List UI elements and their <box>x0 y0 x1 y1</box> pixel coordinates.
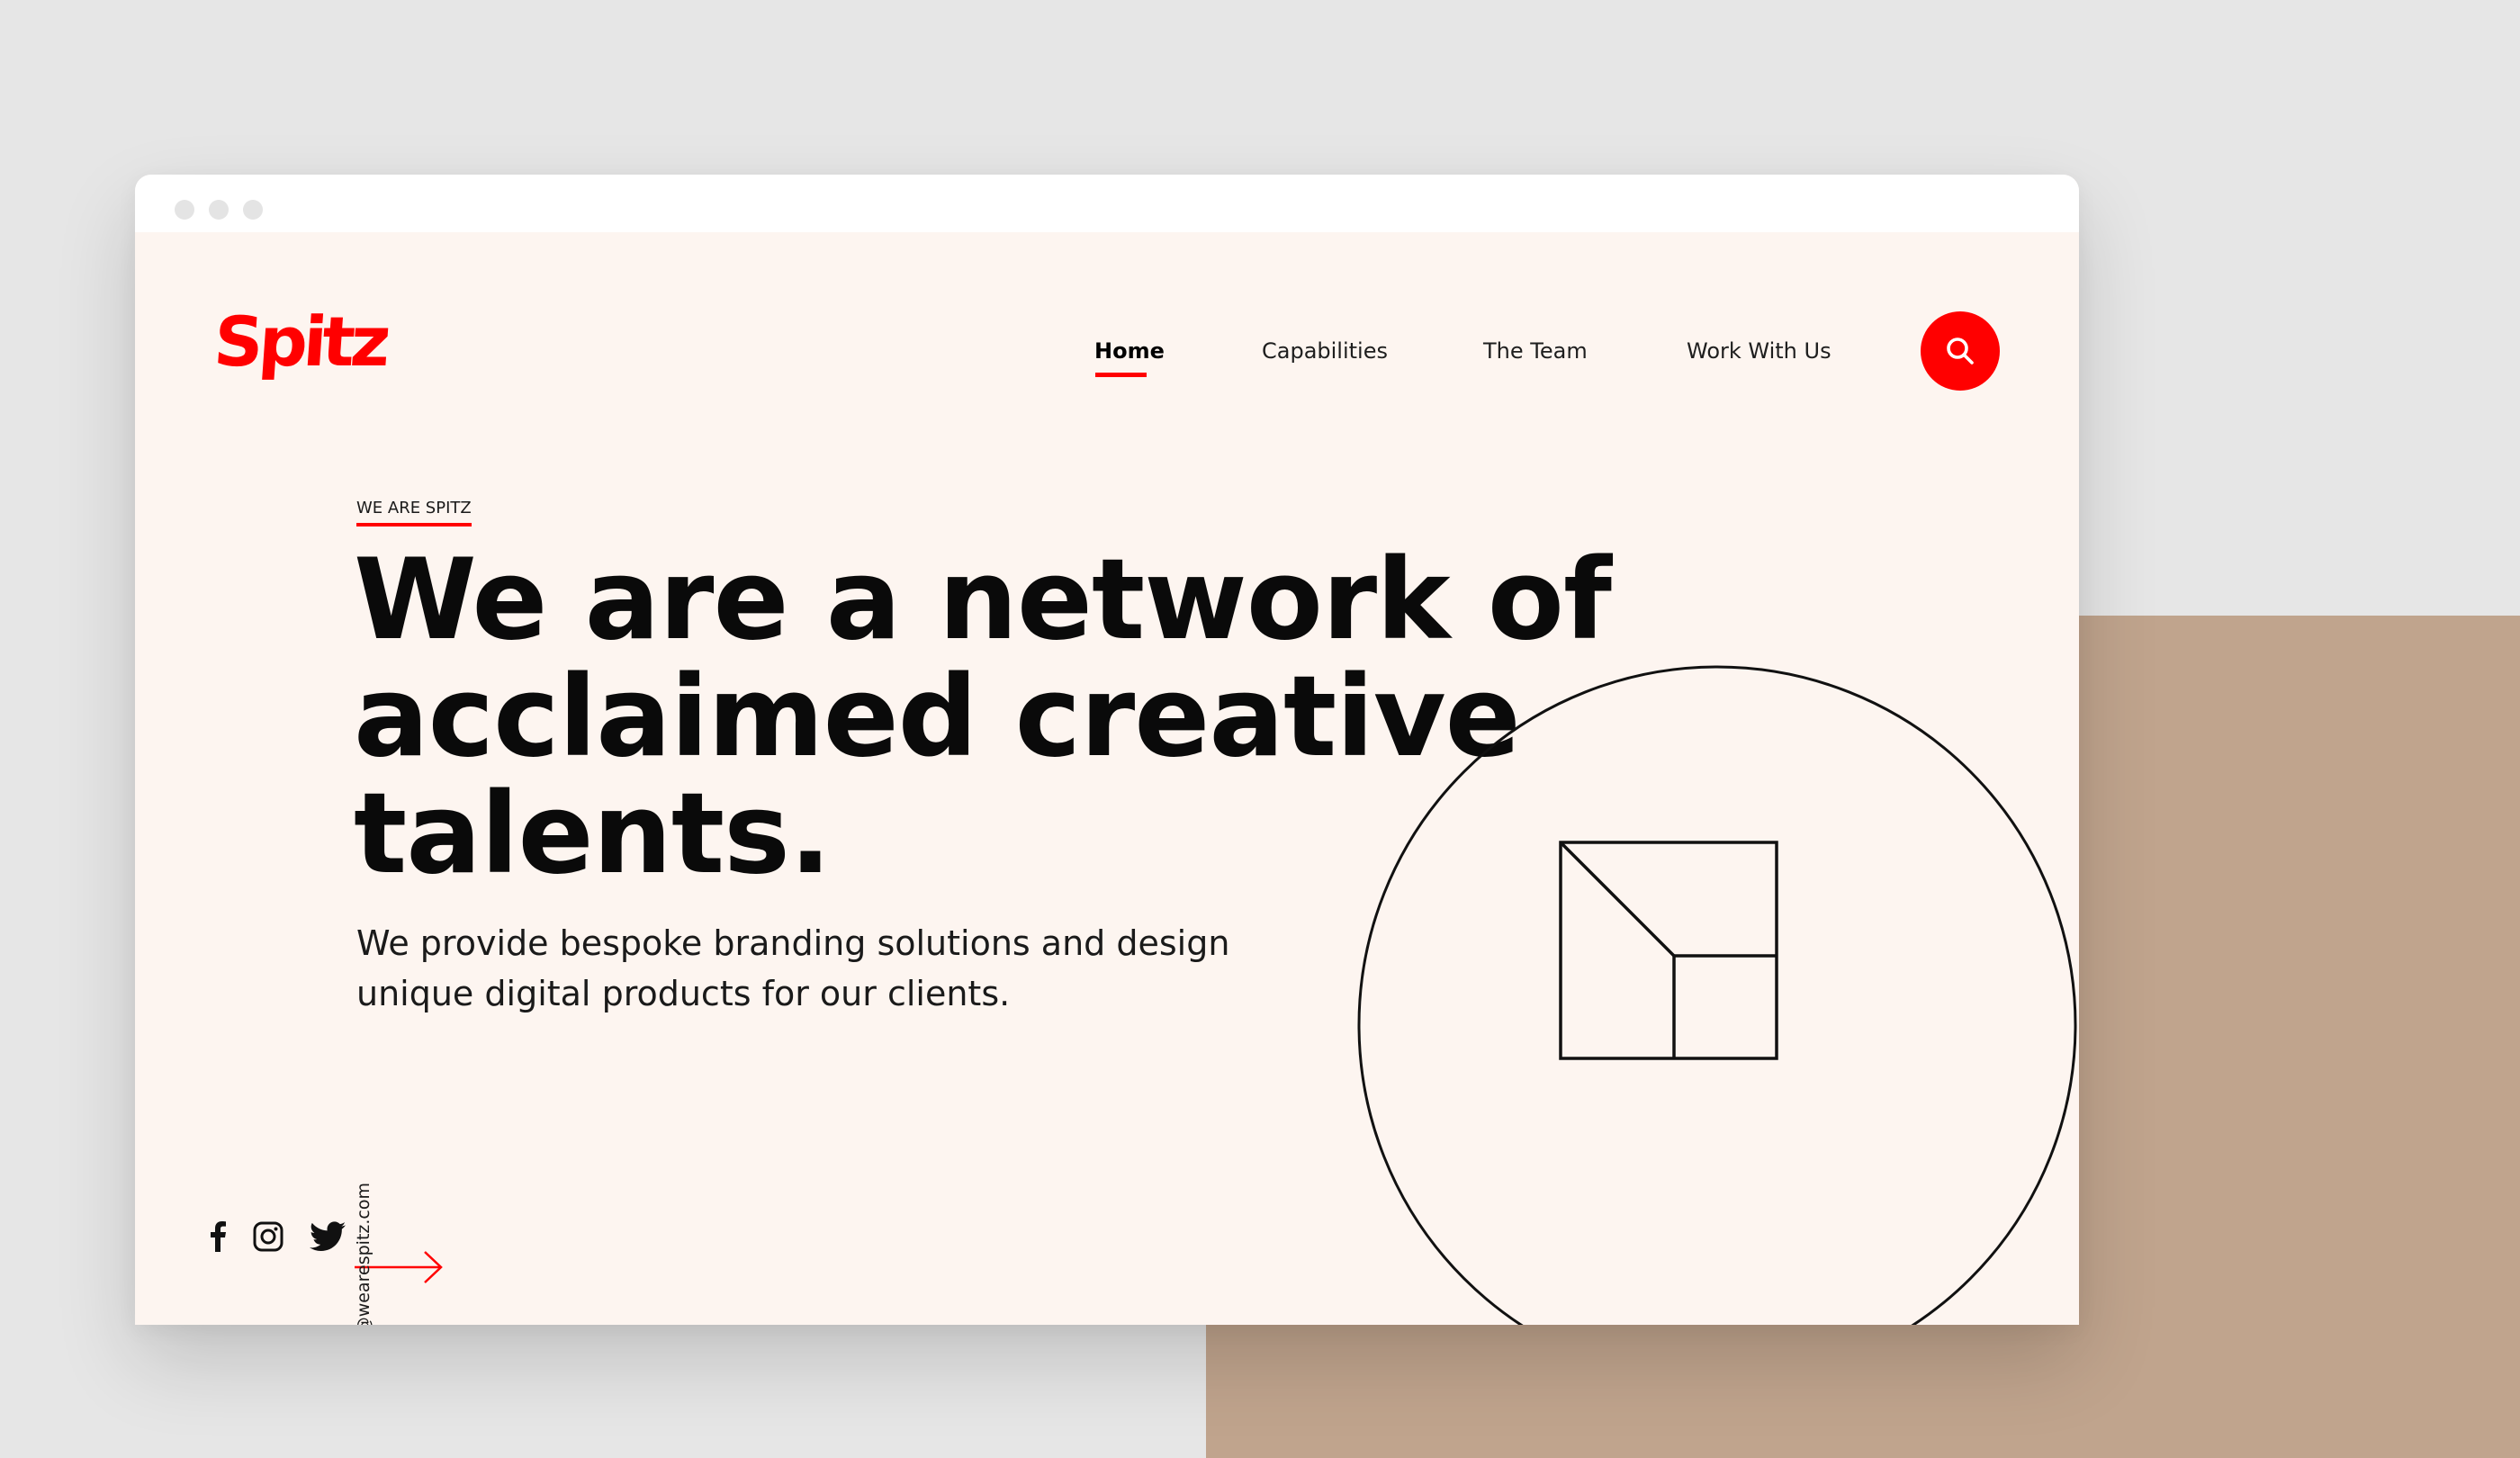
social-twitter-link[interactable] <box>308 1217 347 1256</box>
twitter-icon <box>310 1221 346 1251</box>
search-icon <box>1947 338 1974 364</box>
nav-item-the-team[interactable]: The Team <box>1483 337 1588 365</box>
hero-subtext: We provide bespoke branding solutions an… <box>356 918 1346 1019</box>
hero-subtext-line: unique digital products for our clients. <box>356 974 1011 1013</box>
nav-item-home[interactable]: Home <box>1094 337 1165 365</box>
contact-email-link[interactable]: hello@wearespitz.com <box>353 1183 374 1325</box>
instagram-icon <box>253 1221 284 1252</box>
window-control-dot[interactable] <box>175 200 194 220</box>
hero-eyebrow: WE ARE SPITZ <box>356 499 472 526</box>
hero-illustration <box>1357 665 2077 1325</box>
illustration-circle <box>1357 665 2077 1325</box>
nav-item-work-with-us[interactable]: Work With Us <box>1687 337 1832 365</box>
social-instagram-link[interactable] <box>248 1217 288 1256</box>
social-facebook-link[interactable] <box>198 1217 238 1256</box>
hero-subtext-line: We provide bespoke branding solutions an… <box>356 923 1230 963</box>
window-control-dot[interactable] <box>243 200 263 220</box>
search-button[interactable] <box>1921 311 2000 391</box>
nav-active-indicator <box>1095 373 1147 377</box>
hero-headline-line: We are a network of <box>354 536 1612 665</box>
geometric-square-icon <box>1559 841 1778 1060</box>
window-control-dot[interactable] <box>209 200 229 220</box>
browser-window: Spitz Home Capabilities The Team Work Wi… <box>135 175 2079 1325</box>
facebook-icon <box>211 1221 226 1252</box>
window-titlebar <box>135 175 2079 232</box>
nav-item-capabilities[interactable]: Capabilities <box>1262 337 1388 365</box>
brand-logo[interactable]: Spitz <box>212 302 389 382</box>
